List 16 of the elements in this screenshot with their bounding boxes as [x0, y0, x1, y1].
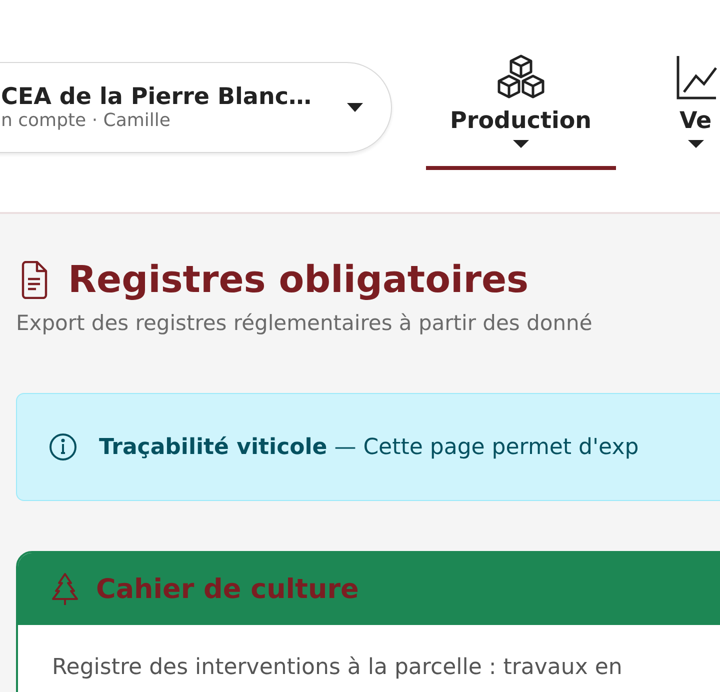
page-subtitle: Export des registres réglementaires à partir des donné: [16, 311, 594, 335]
tree-icon: [52, 572, 78, 606]
nav-tab[interactable]: Ve: [650, 0, 720, 170]
document-icon: [20, 260, 48, 298]
page-title: Registres obligatoires: [68, 258, 529, 301]
caret-icon: [347, 102, 363, 112]
account-switcher[interactable]: CEA de la Pierre Blanc… n compte · Camille: [0, 62, 392, 153]
info-icon: [49, 433, 77, 461]
notice-text: Traçabilité viticole — Cette page permet d'exp: [99, 434, 639, 460]
card-title: Cahier de culture: [96, 574, 359, 604]
card-description: Registre des interventions à la parcelle : travaux en: [52, 655, 624, 682]
account-name: CEA de la Pierre Blanc…: [1, 84, 312, 110]
nav-tab[interactable]: Production: [426, 0, 616, 170]
account-subtitle: n compte · Camille: [1, 110, 172, 131]
caret-icon: [688, 140, 704, 149]
caret-icon: [512, 140, 529, 149]
